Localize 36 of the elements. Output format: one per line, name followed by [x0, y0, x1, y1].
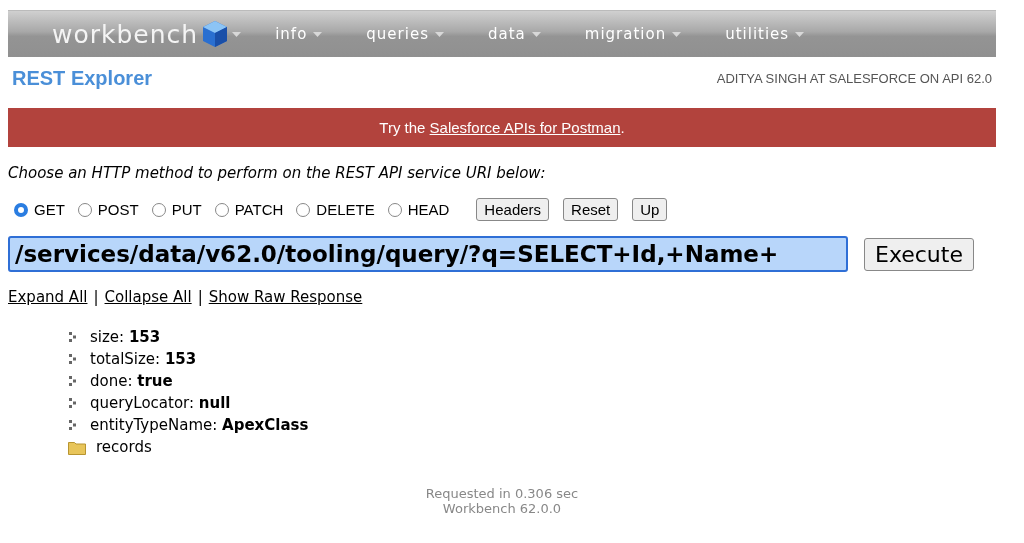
toolbar-button[interactable]: Reset — [563, 198, 619, 221]
caret-icon — [232, 31, 242, 37]
view-link[interactable]: Expand All — [8, 288, 88, 306]
page-title: REST Explorer — [12, 67, 153, 90]
method-radio[interactable]: HEAD — [387, 201, 450, 218]
method-radio[interactable]: GET — [14, 201, 65, 218]
separator: | — [197, 288, 203, 306]
tree-item: size: 153 — [90, 328, 161, 346]
tree-item: done: true — [90, 372, 173, 390]
method-radio[interactable]: POST — [77, 201, 139, 218]
toolbar-button[interactable]: Up — [632, 198, 668, 221]
execute-button[interactable]: Execute — [864, 237, 974, 271]
footer-text: Workbench 62.0.0 — [442, 501, 562, 516]
caret-icon — [434, 31, 444, 37]
postman-link[interactable]: Salesforce APIs for Postman — [429, 119, 621, 136]
banner-text: Try the Salesforce APIs for Postman. — [379, 119, 625, 136]
tree-item: entityTypeName: ApexClass — [90, 416, 309, 434]
method-radio[interactable]: PATCH — [214, 201, 284, 218]
footer-text: Requested in 0.306 sec — [425, 486, 579, 501]
view-link[interactable]: Show Raw Response — [208, 288, 363, 306]
caret-icon — [795, 31, 805, 37]
caret-icon — [672, 31, 682, 37]
separator: | — [93, 288, 99, 306]
instruction-text: Choose an HTTP method to perform on the REST API service URI below: — [8, 164, 547, 182]
uri-field[interactable]: /services/data/v62.0/tooling/query/?q=SELECT+Id,+Name+ — [8, 236, 848, 272]
tree-item[interactable]: records — [96, 438, 152, 456]
method-radio[interactable]: DELETE — [296, 201, 375, 218]
caret-icon — [531, 31, 541, 37]
view-link[interactable]: Collapse All — [104, 288, 192, 306]
tree-item: totalSize: 153 — [90, 350, 197, 368]
tree-item: queryLocator: null — [90, 394, 231, 412]
user-info: ADITYA SINGH AT SALESFORCE ON API 62.0 — [716, 71, 992, 86]
caret-icon — [313, 31, 323, 37]
folder-icon[interactable] — [68, 439, 86, 455]
method-radio[interactable]: PUT — [151, 201, 202, 218]
toolbar-button[interactable]: Headers — [476, 198, 550, 221]
